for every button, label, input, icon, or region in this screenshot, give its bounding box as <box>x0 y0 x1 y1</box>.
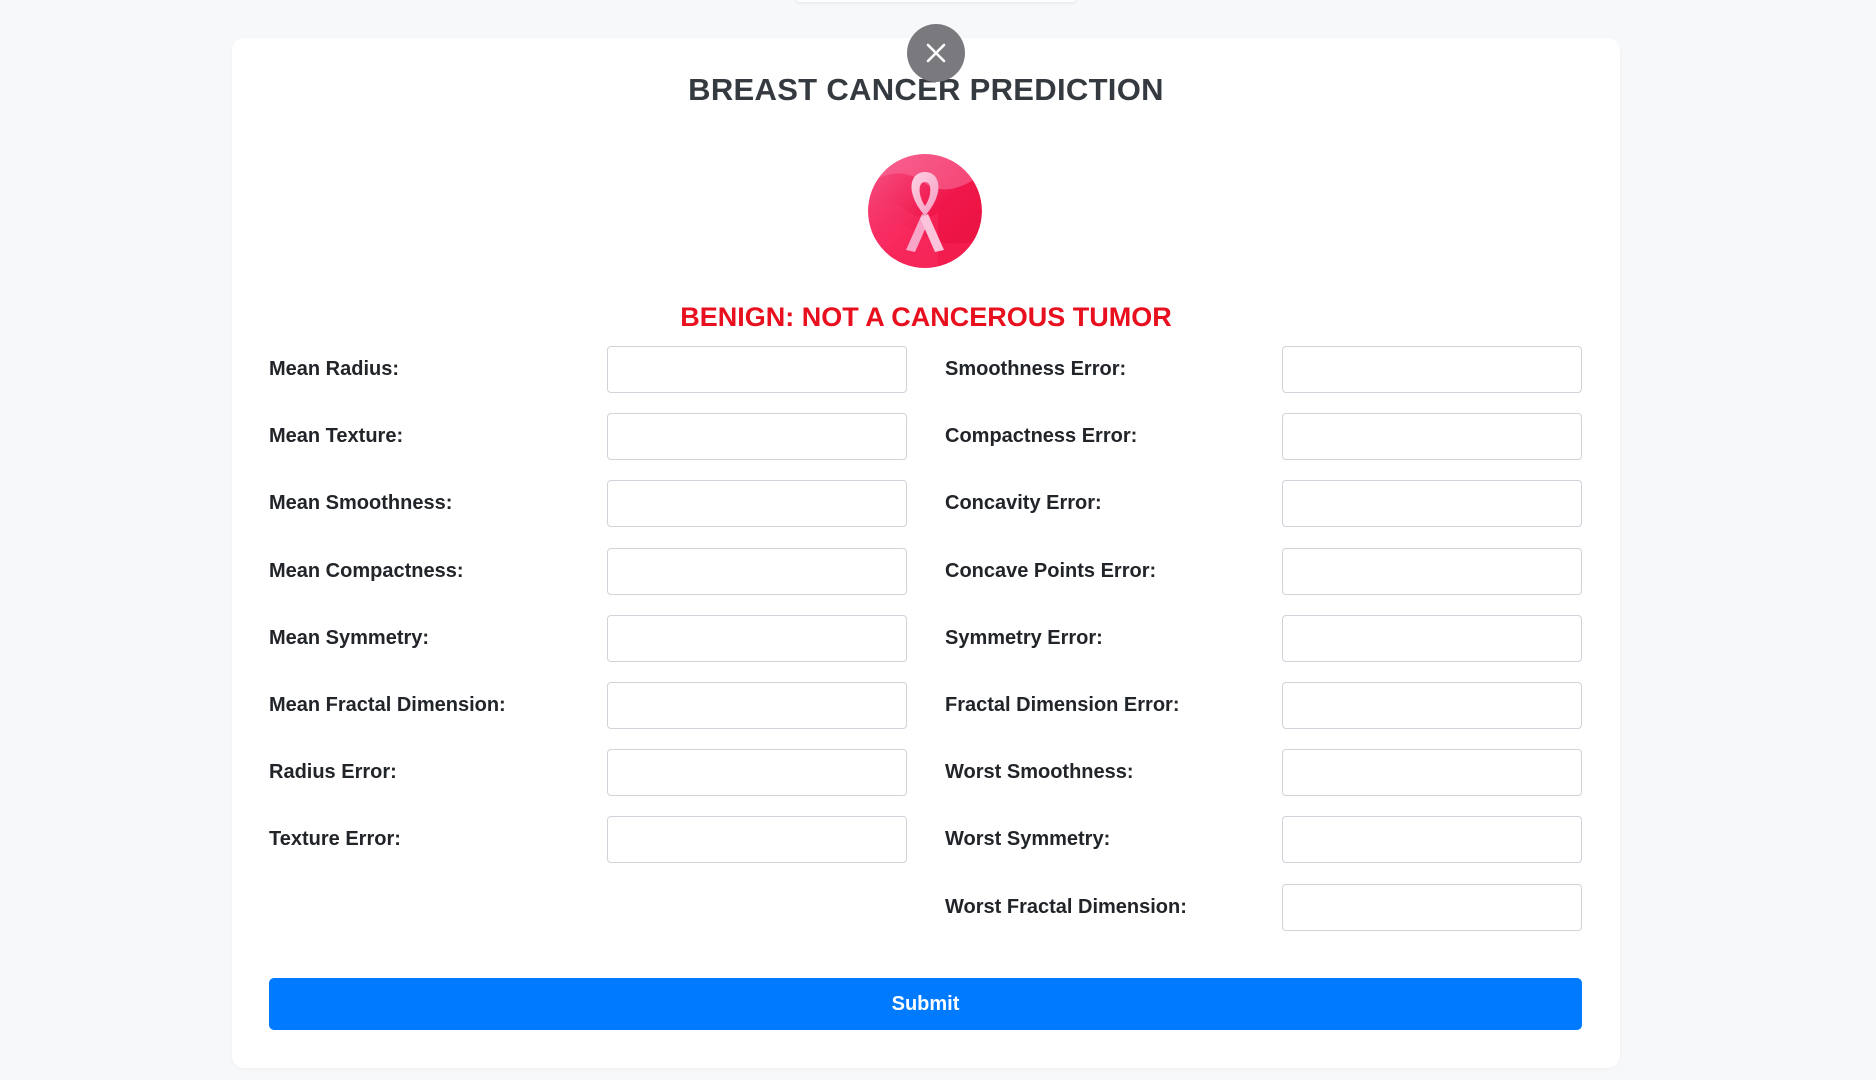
mean-texture-label: Mean Texture: <box>269 425 404 448</box>
worst-smoothness-label: Worst Smoothness: <box>945 761 1134 784</box>
close-icon <box>926 43 946 63</box>
mean-fractal-dimension-label: Mean Fractal Dimension: <box>269 694 506 716</box>
submit-button[interactable]: Submit <box>269 978 1582 1030</box>
top-tab <box>796 0 1076 2</box>
texture-error-input[interactable] <box>607 816 907 864</box>
radius-error-label: Radius Error: <box>269 761 397 784</box>
mean-symmetry-label: Mean Symmetry: <box>269 626 430 649</box>
logo <box>868 154 982 268</box>
mean-smoothness-label: Mean Smoothness: <box>269 492 453 515</box>
mean-radius-input[interactable] <box>607 346 907 393</box>
close-button[interactable] <box>907 24 965 82</box>
radius-error-input[interactable] <box>607 749 907 797</box>
compactness-error-label: Compactness Error: <box>945 425 1138 448</box>
pink-ribbon-icon <box>868 154 982 268</box>
mean-symmetry-input[interactable] <box>607 614 907 662</box>
mean-texture-input[interactable] <box>607 413 907 461</box>
worst-fractal-dimension-input[interactable] <box>1282 883 1582 931</box>
mean-fractal-dimension-input[interactable] <box>607 682 907 729</box>
concave-points-error-label: Concave Points Error: <box>945 559 1157 582</box>
worst-smoothness-input[interactable] <box>1282 749 1582 797</box>
smoothness-error-label: Smoothness Error: <box>945 358 1127 380</box>
mean-compactness-label: Mean Compactness: <box>269 559 464 582</box>
worst-symmetry-input[interactable] <box>1282 816 1582 864</box>
worst-fractal-dimension-label: Worst Fractal Dimension: <box>945 895 1187 918</box>
worst-symmetry-label: Worst Symmetry: <box>945 828 1111 851</box>
fractal-dimension-error-input[interactable] <box>1282 682 1582 729</box>
smoothness-error-input[interactable] <box>1282 346 1582 393</box>
compactness-error-input[interactable] <box>1282 413 1582 461</box>
mean-smoothness-input[interactable] <box>607 480 907 528</box>
mean-compactness-input[interactable] <box>607 547 907 595</box>
concavity-error-label: Concavity Error: <box>945 492 1102 515</box>
symmetry-error-label: Symmetry Error: <box>945 626 1103 649</box>
fractal-dimension-error-label: Fractal Dimension Error: <box>945 694 1180 716</box>
concave-points-error-input[interactable] <box>1282 547 1582 595</box>
symmetry-error-input[interactable] <box>1282 614 1582 662</box>
mean-radius-label: Mean Radius: <box>269 358 400 380</box>
concavity-error-input[interactable] <box>1282 480 1582 528</box>
texture-error-label: Texture Error: <box>269 828 401 851</box>
prediction-result: BENIGN: NOT A CANCEROUS TUMOR <box>680 302 1172 332</box>
